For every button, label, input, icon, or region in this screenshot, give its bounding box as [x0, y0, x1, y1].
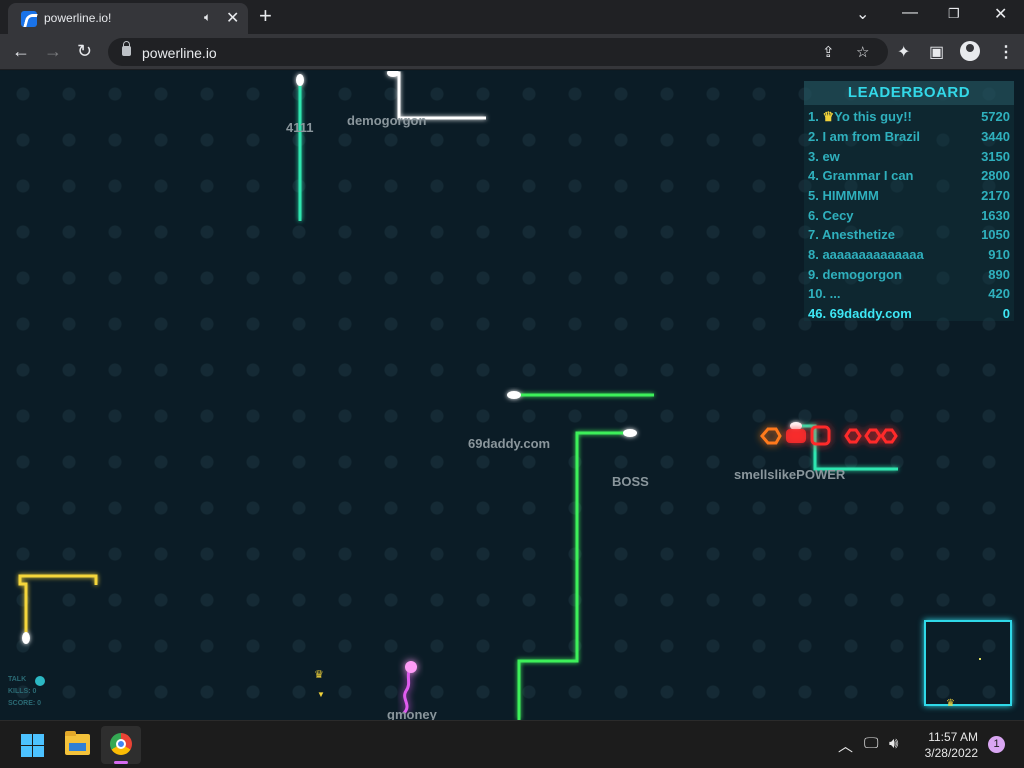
snake-boss — [517, 429, 637, 720]
menu-icon[interactable]: ⋮ — [998, 42, 1014, 62]
game-canvas[interactable]: 4111 demogorgon 69daddy.com BOSS smellsl… — [0, 71, 1024, 720]
chrome-icon — [110, 733, 132, 755]
leaderboard-row-name: 2. I am from Brazil — [808, 129, 920, 144]
leaderboard-row-name: 8. aaaaaaaaaaaaaa — [808, 247, 924, 262]
leaderboard-row-score: 1630 — [981, 208, 1010, 223]
side-panel-icon[interactable]: ▣ — [929, 42, 944, 62]
leaderboard-row-name: 5. HIMMMM — [808, 188, 879, 203]
clock-time[interactable]: 11:57 AM — [918, 730, 978, 744]
snake-gmoney — [402, 661, 417, 715]
leaderboard-row: 1. ♛Yo this guy!! 5720 — [808, 109, 1010, 129]
profile-icon[interactable] — [960, 41, 980, 61]
snake-demogorgon — [387, 71, 486, 120]
audio-icon[interactable]: 🔈︎ — [204, 10, 211, 25]
leaderboard-row: 5. HIMMMM 2170 — [808, 188, 1010, 208]
tab-title: powerline.io! — [44, 11, 112, 25]
leaderboard-row-score: 420 — [988, 286, 1010, 301]
crown-icon: ♛ — [314, 669, 324, 681]
window-close-icon[interactable]: ✕ — [994, 4, 1007, 24]
leaderboard-row-name: 7. Anesthetize — [808, 227, 895, 242]
minimap-crown-icon: ♛ — [946, 698, 955, 709]
snake-4111 — [296, 74, 304, 221]
leaderboard-row: 4. Grammar I can 2800 — [808, 168, 1010, 188]
player-name-demogorgon: demogorgon — [347, 113, 427, 128]
forward-icon[interactable]: → — [44, 41, 62, 62]
player-name-smellslikepower: smellslikePOWER — [734, 467, 846, 482]
power-orbs — [760, 425, 898, 446]
tab-favicon-icon — [21, 11, 37, 27]
file-explorer-icon[interactable] — [65, 731, 90, 755]
chrome-taskbar-button[interactable] — [101, 726, 141, 764]
leaderboard-row: 8. aaaaaaaaaaaaaa 910 — [808, 247, 1010, 267]
leaderboard-row-name: 6. Cecy — [808, 208, 854, 223]
leaderboard-row-score: 1050 — [981, 227, 1010, 242]
leaderboard-row-name: 10. ... — [808, 286, 841, 301]
leaderboard-row: 10. ... 420 — [808, 286, 1010, 306]
leaderboard-title: LEADERBOARD — [804, 81, 1014, 105]
close-tab-icon[interactable]: ✕ — [226, 8, 239, 28]
kills-label: KILLS: 0 — [8, 688, 37, 695]
browser-tab[interactable]: powerline.io! 🔈︎ ✕ — [8, 3, 248, 34]
leaderboard-row: 7. Anesthetize 1050 — [808, 227, 1010, 247]
leaderboard-row-score: 5720 — [981, 109, 1010, 124]
player-name-4111: 4111 — [286, 120, 314, 135]
windows-taskbar: ︿ 🖵︎ 🔊︎ 11:57 AM 3/28/2022 1 — [0, 720, 1024, 768]
browser-toolbar: ← → ↻ powerline.io ⇪ ☆ ✦ ▣ ⋮ — [0, 34, 1024, 70]
clock-date[interactable]: 3/28/2022 — [918, 746, 978, 760]
chevron-up-icon[interactable]: ︿ — [838, 735, 853, 756]
leaderboard-row-score: 3150 — [981, 149, 1010, 164]
leaderboard-row-score: 890 — [988, 267, 1010, 282]
leaderboard-row: 6. Cecy 1630 — [808, 208, 1010, 228]
player-name-gmoney: gmoney — [387, 707, 437, 720]
minimap: ♛ — [924, 620, 1012, 709]
leaderboard-row-score: 910 — [988, 247, 1010, 262]
restore-icon[interactable]: ❐ — [948, 6, 960, 22]
leaderboard-row-score: 3440 — [981, 129, 1010, 144]
tab-strip: powerline.io! 🔈︎ ✕ + ⌄ — ❐ ✕ — [0, 0, 1024, 34]
player-name-boss: BOSS — [612, 474, 649, 489]
active-app-indicator — [114, 761, 128, 764]
network-icon[interactable]: 🖵︎ — [864, 735, 878, 752]
minimap-player-dot — [979, 658, 981, 660]
leaderboard-row: 2. I am from Brazil 3440 — [808, 129, 1010, 149]
leaderboard-row-score: 2170 — [981, 188, 1010, 203]
direction-arrow-icon: ▼ — [317, 690, 325, 699]
address-bar[interactable]: powerline.io ⇪ ☆ — [108, 38, 888, 66]
score-label: SCORE: 0 — [8, 700, 42, 707]
leaderboard-my-row: 46. 69daddy.com 0 — [808, 306, 1010, 326]
player-name-me: 69daddy.com — [468, 436, 551, 451]
leaderboard-row-name: 4. Grammar I can — [808, 168, 914, 183]
leaderboard-row-name: 9. demogorgon — [808, 267, 902, 282]
extensions-icon[interactable]: ✦ — [897, 42, 910, 62]
leaderboard-row-name: 1. ♛Yo this guy!! — [808, 109, 912, 124]
leaderboard-my-name: 46. 69daddy.com — [808, 306, 912, 321]
new-tab-icon[interactable]: + — [259, 3, 272, 29]
tab-search-icon[interactable]: ⌄ — [856, 4, 869, 24]
share-icon[interactable]: ⇪ — [822, 43, 835, 61]
leaderboard-my-score: 0 — [1002, 306, 1010, 321]
leaderboard-row: 9. demogorgon 890 — [808, 267, 1010, 287]
start-icon[interactable] — [21, 734, 44, 757]
leaderboard: LEADERBOARD 1. ♛Yo this guy!! 5720 2. I … — [804, 81, 1014, 321]
snake-smellslikepower — [790, 422, 898, 471]
minimize-icon[interactable]: — — [902, 4, 918, 22]
reload-icon[interactable]: ↻ — [77, 41, 92, 62]
lock-icon[interactable] — [122, 41, 131, 56]
url-text[interactable]: powerline.io — [142, 45, 217, 61]
talk-toggle-icon[interactable] — [35, 676, 45, 686]
leaderboard-row: 3. ew 3150 — [808, 149, 1010, 169]
notification-badge[interactable]: 1 — [988, 736, 1005, 753]
leaderboard-crown-icon: ♛ — [822, 109, 835, 124]
leaderboard-row-score: 2800 — [981, 168, 1010, 183]
star-icon[interactable]: ☆ — [856, 43, 869, 61]
snake-me — [507, 391, 654, 399]
leaderboard-row-name: 3. ew — [808, 149, 840, 164]
back-icon[interactable]: ← — [12, 41, 30, 62]
snake-yellow — [18, 574, 98, 644]
volume-icon[interactable]: 🔊︎ — [889, 735, 898, 752]
